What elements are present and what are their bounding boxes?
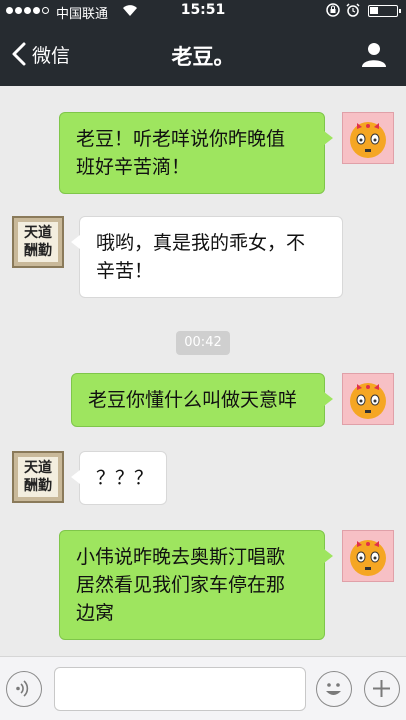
self-avatar[interactable]	[342, 112, 394, 164]
alarm-icon	[346, 3, 360, 17]
message-bubble-outgoing[interactable]: 老豆！听老咩说你昨晚值 班好辛苦滴！	[59, 112, 333, 194]
top-bar: 中国联通 15:51 微信 老豆。	[0, 0, 406, 86]
message-line: 老豆！听老咩说你昨晚值	[76, 128, 286, 150]
message-line: 班好辛苦滴！	[76, 156, 191, 178]
voice-wave-icon	[16, 680, 29, 697]
battery-icon	[368, 5, 401, 17]
message-line: 居然看见我们家车停在那	[76, 574, 286, 596]
contact-profile-icon[interactable]	[360, 40, 388, 68]
message-line: 小伟说昨晚去奥斯汀唱歌	[76, 546, 286, 568]
message-bubble-incoming[interactable]: 哦哟，真是我的乖女，不 辛苦！	[71, 216, 343, 298]
contact-avatar[interactable]: 天道 酬勤	[12, 451, 64, 503]
emoji-button[interactable]	[316, 671, 352, 707]
message-line: 边窝	[76, 602, 115, 624]
more-options-button[interactable]	[364, 671, 400, 707]
timestamp-label: 00:42	[176, 331, 230, 355]
message-bubble-incoming[interactable]: ？？？	[71, 451, 167, 505]
girl-emoji-icon	[350, 383, 386, 419]
message-line: 哦哟，真是我的乖女，不	[96, 232, 306, 254]
calligraphy-avatar-image: 天道 酬勤	[18, 457, 58, 497]
calligraphy-avatar-image: 天道 酬勤	[18, 222, 58, 262]
self-avatar[interactable]	[342, 530, 394, 582]
input-bar	[0, 656, 406, 720]
message-line: ？？？	[96, 467, 154, 489]
chat-area[interactable]: 老豆！听老咩说你昨晚值 班好辛苦滴！ 天道 酬勤 哦哟，真是我的乖女，不 辛苦！ …	[0, 86, 406, 656]
rotation-lock-icon	[326, 3, 340, 17]
girl-emoji-icon	[350, 540, 386, 576]
message-bubble-outgoing[interactable]: 老豆你懂什么叫做天意咩	[71, 373, 333, 427]
smiley-icon	[326, 683, 341, 695]
girl-emoji-icon	[350, 122, 386, 158]
message-input[interactable]	[54, 667, 306, 711]
self-avatar[interactable]	[342, 373, 394, 425]
message-line: 老豆你懂什么叫做天意咩	[88, 389, 298, 411]
plus-icon	[373, 680, 390, 697]
contact-avatar[interactable]: 天道 酬勤	[12, 216, 64, 268]
nav-bar: 微信 老豆。	[0, 22, 406, 86]
status-bar: 中国联通 15:51	[0, 0, 406, 22]
voice-input-button[interactable]	[6, 671, 42, 707]
message-bubble-outgoing[interactable]: 小伟说昨晚去奥斯汀唱歌 居然看见我们家车停在那 边窝	[59, 530, 333, 640]
message-line: 辛苦！	[96, 260, 154, 282]
chat-title: 老豆。	[171, 45, 235, 69]
